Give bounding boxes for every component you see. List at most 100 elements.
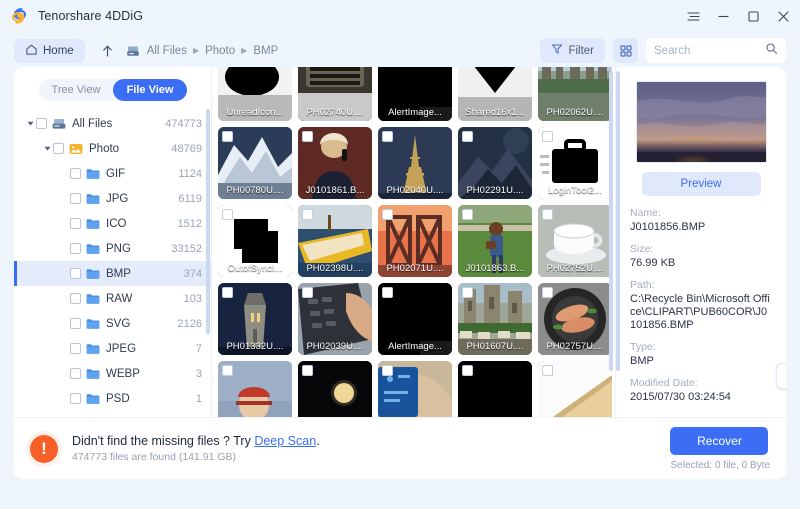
thumbnail-tile[interactable]: AlertImage... (378, 67, 452, 121)
item-checkbox[interactable] (70, 218, 81, 229)
close-icon[interactable] (768, 1, 798, 31)
app-window: Tenorshare 4DDiG Home All Files ▶ Photo … (0, 0, 800, 509)
caret-spacer (58, 168, 70, 180)
tile-checkbox[interactable] (302, 287, 313, 298)
thumbnail-tile[interactable] (378, 361, 452, 417)
sidebar-item-all-files[interactable]: All Files 474773 (14, 111, 212, 136)
item-checkbox[interactable] (70, 193, 81, 204)
search-icon[interactable] (765, 42, 778, 60)
preview-button[interactable]: Preview (641, 172, 761, 196)
thumbnail-tile[interactable]: PH02757U.... (538, 283, 612, 355)
tile-checkbox[interactable] (302, 209, 313, 220)
tile-checkbox[interactable] (382, 131, 393, 142)
sidebar-item-count: 3 (195, 367, 202, 380)
thumbnail-tile[interactable]: PH02398U.... (298, 205, 372, 277)
thumbnail-tile[interactable]: PH01607U.... (458, 283, 532, 355)
minimize-icon[interactable] (708, 1, 738, 31)
tile-checkbox[interactable] (382, 209, 393, 220)
item-checkbox[interactable] (70, 268, 81, 279)
thumbnail-tile[interactable]: AlertImage... (378, 283, 452, 355)
breadcrumb-item-0[interactable]: All Files (147, 45, 187, 57)
thumbnail-tile[interactable]: LoginTool2... (538, 127, 612, 199)
thumbnail-tile[interactable]: J0101861.B... (298, 127, 372, 199)
tile-checkbox[interactable] (462, 365, 473, 376)
tile-checkbox[interactable] (222, 131, 233, 142)
menu-icon[interactable] (678, 1, 708, 31)
thumbnail-tile[interactable]: Shared16x1... (458, 67, 532, 121)
item-checkbox[interactable] (70, 243, 81, 254)
filter-button[interactable]: Filter (540, 38, 605, 63)
item-checkbox[interactable] (70, 368, 81, 379)
thumbnail-tile[interactable]: PH01332U.... (218, 283, 292, 355)
deep-scan-link[interactable]: Deep Scan (254, 434, 316, 448)
sidebar-item-png[interactable]: PNG 33152 (14, 236, 212, 261)
thumbnail-tile[interactable] (218, 361, 292, 417)
tile-checkbox[interactable] (222, 287, 233, 298)
sidebar-item-raw[interactable]: RAW 103 (14, 286, 212, 311)
item-checkbox[interactable] (53, 143, 64, 154)
thumbnail-tile[interactable]: PH00780U.... (218, 127, 292, 199)
sidebar-item-jpg[interactable]: JPG 6119 (14, 186, 212, 211)
tab-file-view[interactable]: File View (113, 79, 187, 101)
breadcrumb-item-1[interactable]: Photo (205, 45, 235, 57)
thumbnail-tile[interactable]: PH02039U.... (298, 283, 372, 355)
caret-spacer (58, 243, 70, 255)
tab-tree-view[interactable]: Tree View (39, 79, 113, 101)
thumbnail-tile[interactable]: PH02740U.... (298, 67, 372, 121)
tile-checkbox[interactable] (222, 209, 233, 220)
thumbnail-tile[interactable]: J0101863.B... (458, 205, 532, 277)
recover-button[interactable]: Recover (670, 426, 769, 455)
maximize-icon[interactable] (738, 1, 768, 31)
thumbnail-tile[interactable]: OutofSyncI... (218, 205, 292, 277)
sidebar-item-svg[interactable]: SVG 2126 (14, 311, 212, 336)
tile-checkbox[interactable] (542, 131, 553, 142)
item-checkbox[interactable] (70, 393, 81, 404)
sidebar-item-psd[interactable]: PSD 1 (14, 386, 212, 411)
home-button[interactable]: Home (14, 38, 85, 63)
details-scrollbar[interactable] (616, 71, 620, 371)
thumbnail-tile[interactable]: PH02752U.... (538, 205, 612, 277)
tile-checkbox[interactable] (542, 287, 553, 298)
sidebar-scrollbar[interactable] (206, 109, 210, 334)
breadcrumb-item-2[interactable]: BMP (253, 45, 278, 57)
grid-view-icon[interactable] (613, 38, 638, 63)
tile-checkbox[interactable] (462, 209, 473, 220)
sidebar-item-bmp[interactable]: BMP 374 (14, 261, 212, 286)
thumbnail-tile[interactable] (538, 361, 612, 417)
tile-checkbox[interactable] (462, 287, 473, 298)
next-file-button[interactable] (776, 363, 786, 389)
sidebar-item-jpeg[interactable]: JPEG 7 (14, 336, 212, 361)
thumbnail-tile[interactable] (458, 361, 532, 417)
item-checkbox[interactable] (70, 293, 81, 304)
item-checkbox[interactable] (70, 318, 81, 329)
tile-checkbox[interactable] (462, 131, 473, 142)
tile-checkbox[interactable] (382, 287, 393, 298)
grid-scrollbar[interactable] (609, 71, 613, 371)
deep-scan-suffix: . (316, 434, 320, 448)
thumbnail-tile[interactable]: PH02071U.... (378, 205, 452, 277)
search-input[interactable] (654, 44, 761, 57)
tile-checkbox[interactable] (302, 365, 313, 376)
tile-checkbox[interactable] (542, 365, 553, 376)
tile-checkbox[interactable] (302, 131, 313, 142)
expand-caret-icon[interactable] (24, 118, 36, 130)
tile-checkbox[interactable] (222, 365, 233, 376)
tile-checkbox[interactable] (542, 209, 553, 220)
thumbnail-tile[interactable]: PH02062U.... (538, 67, 612, 121)
thumbnail-tile[interactable]: PH02291U.... (458, 127, 532, 199)
thumbnail-tile[interactable]: UnreadIcon... (218, 67, 292, 121)
sidebar-item-photo[interactable]: Photo 48769 (14, 136, 212, 161)
arrow-up-icon[interactable] (97, 40, 119, 62)
item-checkbox[interactable] (70, 343, 81, 354)
thumbnail-tile[interactable] (298, 361, 372, 417)
sidebar-item-gif[interactable]: GIF 1124 (14, 161, 212, 186)
tile-checkbox[interactable] (382, 365, 393, 376)
sidebar-item-count: 33152 (171, 242, 202, 255)
item-checkbox[interactable] (70, 168, 81, 179)
sidebar-item-webp[interactable]: WEBP 3 (14, 361, 212, 386)
thumbnail-tile[interactable]: PH02040U.... (378, 127, 452, 199)
expand-caret-icon[interactable] (41, 143, 53, 155)
sidebar-item-ico[interactable]: ICO 1512 (14, 211, 212, 236)
search-box[interactable] (646, 38, 786, 63)
item-checkbox[interactable] (36, 118, 47, 129)
